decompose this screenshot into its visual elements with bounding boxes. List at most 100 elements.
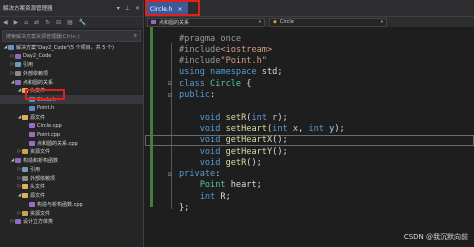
tree-item[interactable]: ◢ 构造和析构函数 [0,156,143,165]
tree-item-label: 设计立方体类 [23,219,54,226]
tree-item-label: 点和圆的关系.cpp [37,140,78,147]
code-line[interactable]: #include"Point.h" [145,56,474,67]
res-file-icon [22,210,28,216]
code-token: private [179,169,216,180]
res-file-icon [22,149,28,155]
tree-item[interactable]: ▷ 设计立方体类 [0,217,143,226]
tab-circle-h[interactable]: Circle.h × [145,2,188,16]
code-line[interactable] [145,101,474,112]
fold-toggle-icon[interactable]: ⊟ [168,80,172,87]
code-line[interactable]: ⊟ private: [145,169,474,180]
code-token: Circle [210,78,247,89]
explorer-search-input[interactable]: 搜索解决方案资源管理器(Ctrl+;) ⌕ [2,30,141,42]
tree-item-label: 源文件 [30,114,46,121]
tree-item[interactable]: Circle.cpp [0,121,143,130]
code-line[interactable]: ⊟ class Circle { [145,78,474,89]
code-token: int [272,123,293,134]
tree-item-label: Circle.h [37,96,56,103]
code-line[interactable]: void setHeart(int x, int y); [145,123,474,134]
tree-item[interactable]: ▷ Day2_Code [0,52,143,61]
fold-toggle-icon[interactable]: ⊟ [168,171,172,178]
tree-item[interactable]: Point.h [0,104,143,113]
code-line[interactable]: void setR(int r); [145,112,474,123]
code-line[interactable]: void getHeartX(); [145,134,474,146]
forward-icon[interactable]: ▶ [14,19,19,26]
collapse-all-icon[interactable]: ⊟ [56,19,61,26]
code-line[interactable]: ⊟ public: [145,90,474,101]
tree-item-label: 引用 [23,62,34,69]
code-token: ); [334,123,345,134]
code-line[interactable]: }; [145,203,474,214]
properties-icon[interactable]: 🔧 [79,19,86,26]
show-all-files-icon[interactable]: ▤ [67,19,73,26]
tree-item[interactable]: ▷ 资源文件 [0,209,143,218]
back-icon[interactable]: ◀ [3,19,8,26]
code-token: void [199,123,226,134]
code-token: getHeartX [225,135,273,146]
code-text: using namespace std; [179,67,283,77]
tree-item-label: Day2_Code [23,53,52,60]
code-line[interactable]: int R; [145,191,474,202]
tree-item[interactable]: ▷ 外部依赖项 [0,69,143,78]
folder-file-icon [22,193,28,199]
code-text: void getHeartY(); [179,147,288,157]
home-icon[interactable]: ⌂ [24,19,28,26]
tree-item[interactable]: 点和圆的关系.cpp [0,139,143,148]
project-dropdown[interactable]: 点和圆的关系 ▾ [147,17,265,27]
document-tab-bar: Circle.h × [145,0,474,16]
tree-item[interactable]: ◢ 源文件 [0,191,143,200]
tab-close-icon[interactable]: × [178,6,183,13]
code-token: setHeart [225,123,267,134]
class-dropdown[interactable]: ◆ Circle ▾ [269,17,387,27]
tree-item[interactable]: Circle.h [0,95,143,104]
tree-item-label: 资源文件 [30,149,51,156]
folder-file-icon [22,88,28,94]
code-line[interactable]: #pragma once [145,33,474,44]
tree-item-label: 构造与析构函数.cpp [37,201,83,208]
cpp-file-icon [29,132,35,138]
code-line[interactable]: #include<iostream> [145,44,474,55]
tree-item[interactable]: ◢ 源文件 [0,113,143,122]
dropdown-icon[interactable]: ▾ [117,5,120,12]
tree-item[interactable]: ◢ 点和圆的关系 [0,78,143,87]
tree-item[interactable]: ▷ 引用 [0,60,143,69]
tree-item[interactable]: ◢ 头文件 [0,87,143,96]
code-token: getHeartY [225,146,273,157]
ref-file-icon [22,166,28,172]
search-icon: ⌕ [133,32,137,39]
code-text: #include<iostream> [179,45,272,55]
code-line[interactable]: void getHeartY(); [145,146,474,157]
code-line[interactable]: Point heart; [145,180,474,191]
tree-item[interactable]: Point.cpp [0,130,143,139]
tree-item[interactable]: ▷ 外部依赖项 [0,174,143,183]
tree-item-label: 解决方案"Day2_Code"(5 个项目，共 5 个) [16,44,114,51]
code-token: using namespace [179,67,262,78]
explorer-toolbar: ◀ ▶ ⌂ ⇄ ↻ ⊟ ▤ 🔧 [0,16,143,28]
tree-item[interactable]: ▷ 引用 [0,165,143,174]
tree-item[interactable]: ▷ 头文件 [0,183,143,192]
code-text: public: [179,90,215,100]
close-icon[interactable]: × [135,5,140,12]
code-text: }; [179,203,189,213]
tree-item[interactable]: 构造与析构函数.cpp [0,200,143,209]
folder-file-icon [22,184,28,190]
code-token: public [179,90,211,100]
code-area[interactable]: #pragma once #include<iostream> #include"P… [145,27,474,247]
search-placeholder: 搜索解决方案资源管理器(Ctrl+;) [6,33,80,40]
tree-item-label: 构造和析构函数 [23,158,59,165]
fold-toggle-icon[interactable]: ⊟ [168,92,172,99]
code-token: }; [179,203,190,213]
refresh-icon[interactable]: ↻ [45,19,50,26]
tree-item[interactable]: ▷ 资源文件 [0,148,143,157]
tree-item[interactable]: ◢ 解决方案"Day2_Code"(5 个项目，共 5 个) [0,43,143,52]
pin-icon[interactable]: ⊥ [125,5,130,12]
code-line[interactable]: void getR(); [145,157,474,168]
code-line[interactable]: using namespace std; [145,67,474,78]
code-text: #include"Point.h" [179,56,267,66]
code-token: setR [225,112,247,123]
sync-icon[interactable]: ⇄ [34,19,39,26]
watermark: CSDN @我沉默向前 [403,233,468,241]
